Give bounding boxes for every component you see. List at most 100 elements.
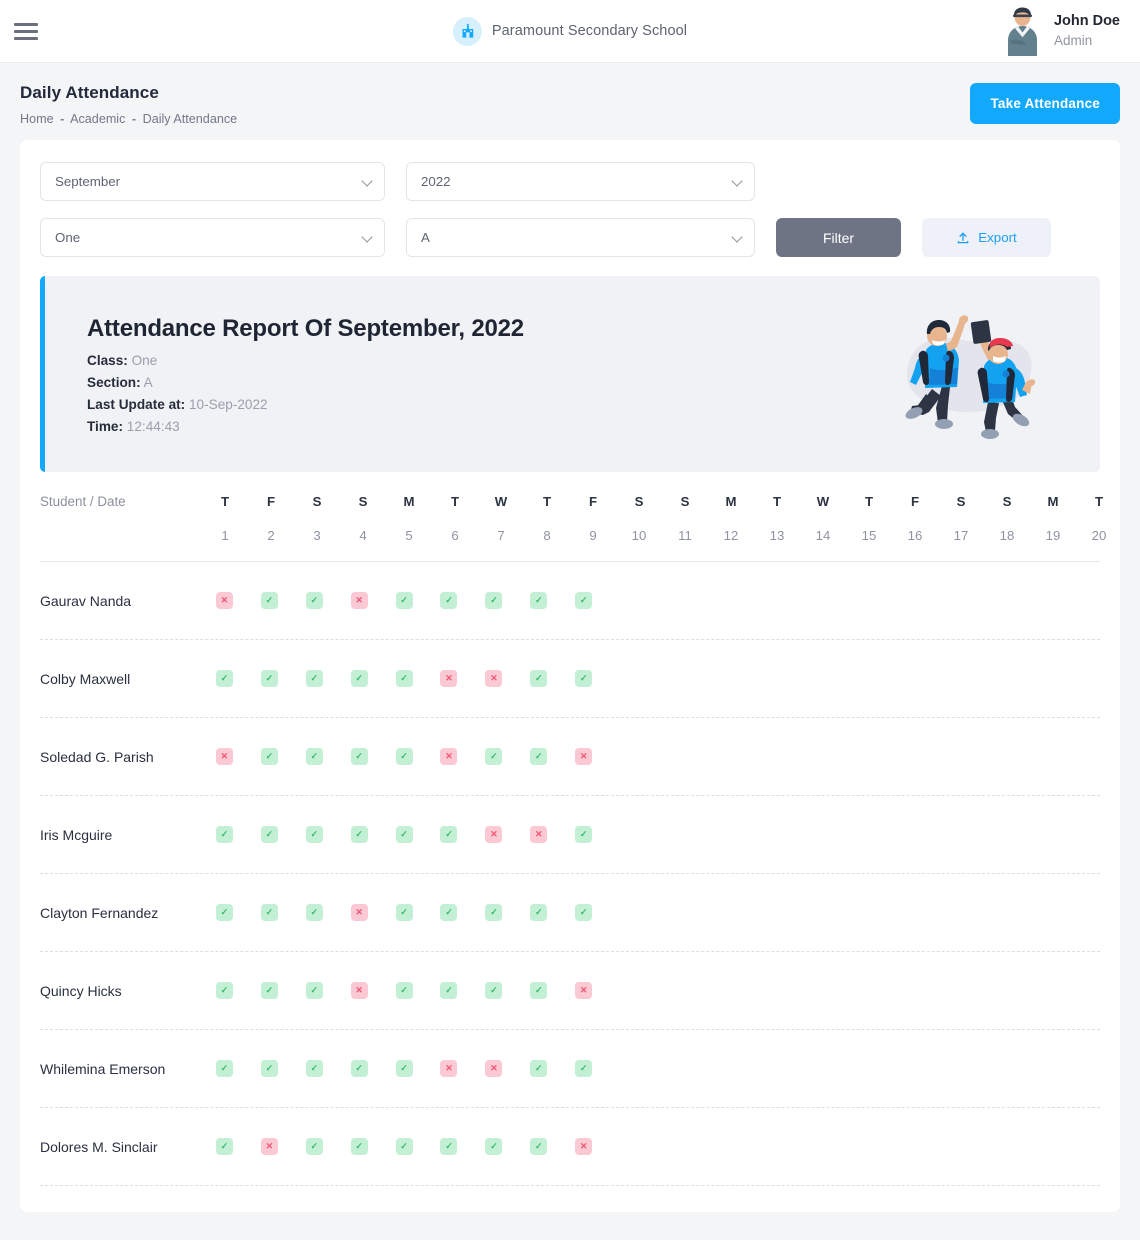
day-number: 14	[815, 528, 831, 543]
day-number: 10	[631, 528, 647, 543]
date-column: M 19	[1030, 494, 1076, 543]
date-column: S 18	[984, 494, 1030, 543]
attendance-cell: ✓	[202, 670, 247, 687]
day-letter: T	[542, 494, 552, 509]
chevron-down-icon	[731, 230, 743, 243]
day-number: 15	[861, 528, 877, 543]
present-mark-icon: ✓	[485, 982, 503, 999]
day-letter: S	[358, 494, 368, 509]
day-letter: W	[816, 494, 830, 509]
attendance-cell: ✓	[382, 748, 427, 765]
day-letter: T	[450, 494, 460, 509]
absent-mark-icon: ✕	[260, 1138, 278, 1155]
avatar	[1007, 7, 1037, 56]
filter-row-1: September 2022	[40, 162, 1100, 201]
day-letter: M	[725, 494, 737, 509]
present-mark-icon: ✓	[485, 1138, 503, 1155]
present-mark-icon: ✓	[215, 982, 233, 999]
attendance-cell: ✓	[247, 826, 292, 843]
absent-mark-icon: ✕	[440, 670, 458, 687]
attendance-cell: ✓	[382, 982, 427, 999]
attendance-cell: ✕	[427, 748, 472, 765]
filter-button[interactable]: Filter	[776, 218, 901, 257]
absent-mark-icon: ✕	[350, 592, 368, 609]
day-letter: S	[1002, 494, 1012, 509]
day-letter: F	[910, 494, 920, 509]
day-number: 5	[405, 528, 413, 543]
attendance-cell: ✕	[202, 592, 247, 609]
date-column: T8	[524, 494, 570, 543]
attendance-cell: ✓	[382, 826, 427, 843]
take-attendance-button[interactable]: Take Attendance	[970, 83, 1120, 124]
date-column: T 15	[846, 494, 892, 543]
absent-mark-icon: ✕	[350, 904, 368, 921]
student-name: Colby Maxwell	[40, 670, 131, 687]
user-profile[interactable]: John Doe Admin	[1002, 6, 1120, 56]
class-select[interactable]: One	[40, 218, 385, 257]
attendance-cell: ✓	[292, 670, 337, 687]
present-mark-icon: ✓	[305, 1138, 323, 1155]
report-last-update-row: Last Update at: 10-Sep-2022	[87, 397, 524, 412]
attendance-cell: ✕	[427, 1060, 472, 1077]
present-mark-icon: ✓	[530, 670, 548, 687]
present-mark-icon: ✓	[575, 904, 593, 921]
day-number: 8	[543, 528, 551, 543]
attendance-cell: ✓	[471, 982, 516, 999]
present-mark-icon: ✓	[260, 670, 278, 687]
absent-mark-icon: ✕	[440, 748, 458, 765]
date-column: F 16	[892, 494, 938, 543]
day-letter: M	[1047, 494, 1059, 509]
day-number: 4	[359, 528, 367, 543]
attendance-cell: ✓	[471, 1138, 516, 1155]
present-mark-icon: ✓	[215, 1138, 233, 1155]
attendance-cell: ✓	[202, 982, 247, 999]
present-mark-icon: ✓	[215, 826, 233, 843]
attendance-cell: ✕	[427, 670, 472, 687]
hamburger-menu-icon[interactable]	[14, 22, 38, 40]
attendance-cell: ✓	[427, 1138, 472, 1155]
section-select[interactable]: A	[406, 218, 755, 257]
attendance-cell: ✓	[561, 1060, 606, 1077]
table-row: Iris Mcguire ✓ ✓ ✓ ✓ ✓ ✓ ✕ ✕ ✓	[40, 796, 1100, 874]
present-mark-icon: ✓	[395, 904, 413, 921]
chevron-down-icon	[361, 174, 373, 187]
jumping-students-illustration	[905, 315, 1036, 439]
present-mark-icon: ✓	[440, 904, 458, 921]
attendance-cell: ✓	[427, 826, 472, 843]
present-mark-icon: ✓	[440, 1138, 458, 1155]
attendance-table-header: Student / Date T 1 F 2 S 3 S 4 M 5 T 6 W 7 T 8 F 9 S 10 S 11 M…	[40, 494, 1106, 543]
present-mark-icon: ✓	[530, 982, 548, 999]
attendance-cell: ✓	[292, 982, 337, 999]
attendance-cell: ✕	[202, 748, 247, 765]
present-mark-icon: ✓	[350, 1060, 368, 1077]
attendance-cell: ✓	[202, 826, 247, 843]
absent-mark-icon: ✕	[485, 1060, 503, 1077]
day-letter: T	[772, 494, 782, 509]
present-mark-icon: ✓	[530, 748, 548, 765]
table-row: Dolores M. Sinclair ✓ ✕ ✓ ✓ ✓ ✓ ✓ ✓ ✕	[40, 1108, 1100, 1186]
attendance-cell: ✓	[292, 904, 337, 921]
attendance-cell: ✓	[427, 904, 472, 921]
present-mark-icon: ✓	[350, 748, 368, 765]
date-column: S 11	[662, 494, 708, 543]
attendance-cell: ✓	[427, 592, 472, 609]
breadcrumb-separator: -	[60, 112, 65, 126]
report-time-row: Time: 12:44:43	[87, 419, 524, 434]
present-mark-icon: ✓	[485, 904, 503, 921]
export-button[interactable]: Export	[922, 218, 1051, 257]
present-mark-icon: ✓	[305, 592, 323, 609]
attendance-cell: ✓	[337, 1060, 382, 1077]
year-select[interactable]: 2022	[406, 162, 755, 201]
attendance-cell: ✓	[516, 1060, 561, 1077]
absent-mark-icon: ✕	[350, 982, 368, 999]
page-header: Daily Attendance Home - Academic - Daily…	[0, 63, 1140, 140]
breadcrumb-item-academic[interactable]: Academic	[70, 112, 125, 126]
breadcrumb-item-home[interactable]: Home	[20, 112, 54, 126]
absent-mark-icon: ✕	[575, 982, 593, 999]
present-mark-icon: ✓	[575, 670, 593, 687]
attendance-cell: ✓	[561, 670, 606, 687]
page-title: Daily Attendance	[20, 83, 159, 102]
present-mark-icon: ✓	[215, 670, 233, 687]
month-select[interactable]: September	[40, 162, 385, 201]
attendance-cell: ✓	[516, 1138, 561, 1155]
